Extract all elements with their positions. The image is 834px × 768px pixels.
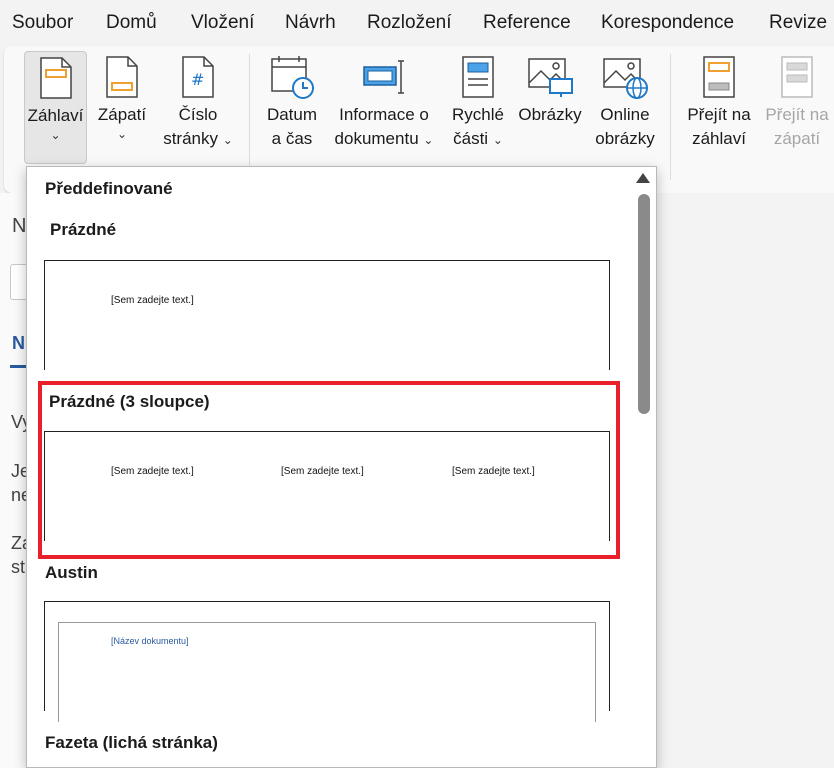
document-info-label-1: Informace o xyxy=(339,105,429,124)
gallery-item-title-blank-3-columns: Prázdné (3 sloupce) xyxy=(49,392,210,411)
quick-parts-label-2: části xyxy=(453,129,489,148)
document-text-fragment: N xyxy=(12,215,27,237)
quick-parts-button[interactable]: Rychlé části ⌄ xyxy=(446,51,510,152)
menu-vlozeni[interactable]: Vložení xyxy=(191,12,254,34)
page-number-label-2: stránky xyxy=(163,129,218,148)
pictures-label: Obrázky xyxy=(518,105,582,124)
ribbon-separator xyxy=(670,54,671,180)
menu-korespondence[interactable]: Korespondence xyxy=(601,12,734,34)
chevron-down-icon: ⌄ xyxy=(222,133,233,147)
menu-soubor[interactable]: Soubor xyxy=(12,12,73,34)
page-number-button[interactable]: # Číslo stránky ⌄ xyxy=(157,51,239,152)
date-time-label-1: Datum xyxy=(266,105,318,124)
goto-header-label-2: záhlaví xyxy=(692,129,746,148)
page-number-icon: # xyxy=(173,51,223,103)
chevron-down-icon: ⌄ xyxy=(116,127,128,141)
scroll-up-arrow-icon[interactable] xyxy=(636,173,650,183)
document-info-button[interactable]: Informace o dokumentu ⌄ xyxy=(328,51,440,152)
document-info-label-2: dokumentu xyxy=(334,129,419,148)
goto-footer-button: Přejít na zápatí xyxy=(760,51,834,151)
placeholder-text-center: [Sem zadejte text.] xyxy=(281,466,364,477)
goto-header-label-1: Přejít na xyxy=(687,105,751,124)
quick-parts-icon xyxy=(453,51,503,103)
chevron-down-icon: ⌄ xyxy=(423,133,434,147)
header-page-icon xyxy=(31,52,81,104)
placeholder-text-left: [Sem zadejte text.] xyxy=(111,466,194,477)
menu-revize[interactable]: Revize xyxy=(769,12,827,34)
active-tab-underline xyxy=(10,365,26,368)
document-info-icon xyxy=(359,51,409,103)
menu-rozlozeni[interactable]: Rozložení xyxy=(367,12,452,34)
ribbon-separator xyxy=(249,54,250,180)
placeholder-text-right: [Sem zadejte text.] xyxy=(452,466,535,477)
header-button[interactable]: Záhlaví ⌄ xyxy=(24,51,87,164)
online-pictures-label-1: Online xyxy=(600,105,650,124)
calendar-clock-icon xyxy=(267,51,317,103)
gallery-item-blank-3-columns[interactable]: [Sem zadejte text.] [Sem zadejte text.] … xyxy=(44,431,610,541)
chevron-down-icon: ⌄ xyxy=(492,133,503,147)
online-pictures-label-2: obrázky xyxy=(595,129,655,148)
quick-parts-label-1: Rychlé xyxy=(452,105,504,124)
goto-footer-label-2: zápatí xyxy=(773,129,821,148)
scroll-thumb[interactable] xyxy=(638,194,650,414)
date-time-button[interactable]: Datum a čas xyxy=(260,51,324,151)
menu-bar: Soubor Domů Vložení Návrh Rozložení Refe… xyxy=(0,0,834,46)
menu-reference[interactable]: Reference xyxy=(483,12,571,34)
header-gallery-dropdown: Předdefinované Prázdné [Sem zadejte text… xyxy=(26,166,657,768)
goto-header-button[interactable]: Přejít na záhlaví xyxy=(680,51,758,151)
document-tab-fragment[interactable]: N xyxy=(12,333,25,354)
footer-button[interactable]: Zápatí ⌄ xyxy=(92,51,152,141)
menu-domu[interactable]: Domů xyxy=(106,12,157,34)
gallery-scrollbar[interactable] xyxy=(630,167,656,767)
gallery-item-title-facet-odd: Fazeta (lichá stránka) xyxy=(45,733,218,752)
svg-text:#: # xyxy=(191,70,204,89)
menu-navrh[interactable]: Návrh xyxy=(285,12,336,34)
goto-footer-label-1: Přejít na xyxy=(765,105,829,124)
goto-footer-icon xyxy=(772,51,822,103)
date-time-label-2: a čas xyxy=(271,129,313,148)
page-number-label-1: Číslo xyxy=(178,105,218,124)
document-text-fragment: st xyxy=(11,557,26,577)
placeholder-text: [Sem zadejte text.] xyxy=(111,295,194,306)
gallery-item-blank[interactable]: [Sem zadejte text.] xyxy=(44,260,610,370)
gallery-item-austin[interactable]: [Název dokumentu] xyxy=(44,601,610,722)
footer-page-icon xyxy=(97,51,147,103)
gallery-item-title-austin: Austin xyxy=(45,563,98,582)
online-pictures-icon xyxy=(600,51,650,103)
chevron-down-icon: ⌄ xyxy=(50,128,61,142)
goto-header-icon xyxy=(694,51,744,103)
online-pictures-button[interactable]: Online obrázky xyxy=(590,51,660,151)
header-button-label: Záhlaví xyxy=(27,106,84,125)
document-title-placeholder: [Název dokumentu] xyxy=(111,636,189,646)
pictures-icon xyxy=(525,51,575,103)
pictures-button[interactable]: Obrázky xyxy=(512,51,588,127)
gallery-item-title-blank: Prázdné xyxy=(50,220,117,239)
gallery-section-heading: Předdefinované xyxy=(45,179,173,198)
footer-button-label: Zápatí xyxy=(97,105,147,124)
